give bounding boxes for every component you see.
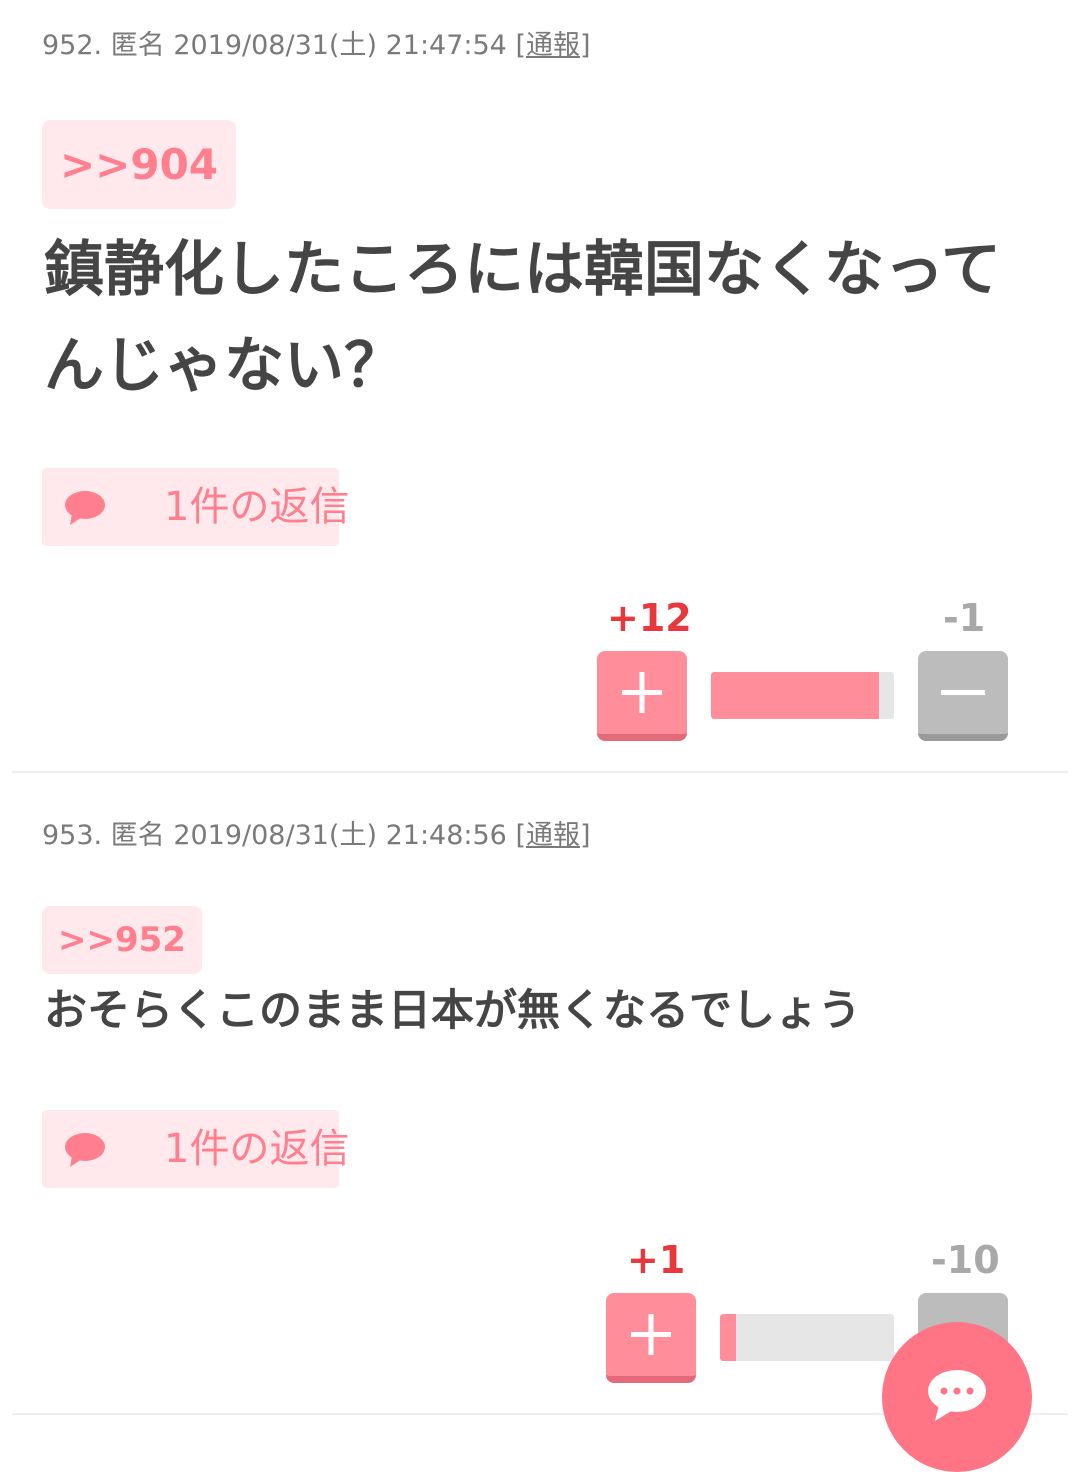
report-link-label[interactable]: 通報 xyxy=(526,820,580,851)
vote-ratio-bar xyxy=(711,672,894,719)
comment-body: おそらくこのまま日本が無くなるでしょう xyxy=(44,984,861,1038)
plus-vote-button[interactable] xyxy=(597,651,687,741)
speech-bubble-icon xyxy=(65,491,105,525)
replies-button[interactable]: 1件の返信 xyxy=(42,1110,349,1188)
minus-vote-button[interactable] xyxy=(918,651,1008,741)
reply-anchor-link[interactable]: >>904 xyxy=(42,120,236,209)
comment-meta: 953. 匿名 2019/08/31(土) 21:48:56 [通報] xyxy=(42,819,591,853)
report-link[interactable]: [通報] xyxy=(515,30,590,61)
reply-anchor-label[interactable]: >>904 xyxy=(60,140,218,189)
chat-bubble-icon xyxy=(928,1370,986,1421)
plus-icon xyxy=(631,1314,671,1355)
plus-vote-button[interactable] xyxy=(606,1293,696,1383)
replies-count-label: 1件の返信 xyxy=(164,484,350,530)
comment-body-line: 鎮静化したころには韓国なくなって xyxy=(44,235,1001,305)
minus-score: -1 xyxy=(943,596,986,640)
minus-score: -10 xyxy=(931,1238,1000,1282)
speech-bubble-icon xyxy=(65,1133,105,1167)
report-link-label[interactable]: 通報 xyxy=(526,30,580,61)
report-link[interactable]: [通報] xyxy=(515,820,590,851)
reply-anchor-label[interactable]: >>952 xyxy=(58,920,186,960)
comment-author: 匿名 xyxy=(110,820,165,851)
minus-icon xyxy=(941,690,985,695)
plus-score: +12 xyxy=(607,596,692,640)
comment-divider xyxy=(12,771,1068,773)
comment-body-line: おそらくこのまま日本が無くなるでしょう xyxy=(44,986,861,1036)
plus-score: +1 xyxy=(627,1238,686,1282)
replies-button[interactable]: 1件の返信 xyxy=(42,468,349,546)
replies-count-label: 1件の返信 xyxy=(164,1126,350,1172)
vote-ratio-fill xyxy=(720,1314,736,1361)
comment-author: 匿名 xyxy=(110,30,165,61)
plus-icon xyxy=(622,672,662,713)
comment-body: 鎮静化したころには韓国なくなって んじゃない？ xyxy=(44,222,1001,414)
vote-ratio-bar xyxy=(720,1314,894,1361)
reply-anchor-link[interactable]: >>952 xyxy=(42,906,202,974)
comment-datetime: 2019/08/31(土) 21:47:54 xyxy=(173,30,507,61)
comment-body-line: んじゃない？ xyxy=(44,331,404,401)
comment-number: 953. xyxy=(42,820,103,851)
post-comment-fab[interactable] xyxy=(882,1322,1032,1472)
comment-meta: 952. 匿名 2019/08/31(土) 21:47:54 [通報] xyxy=(42,29,591,63)
comment-datetime: 2019/08/31(土) 21:48:56 xyxy=(173,820,507,851)
comment-number: 952. xyxy=(42,30,103,61)
vote-ratio-fill xyxy=(711,672,880,719)
